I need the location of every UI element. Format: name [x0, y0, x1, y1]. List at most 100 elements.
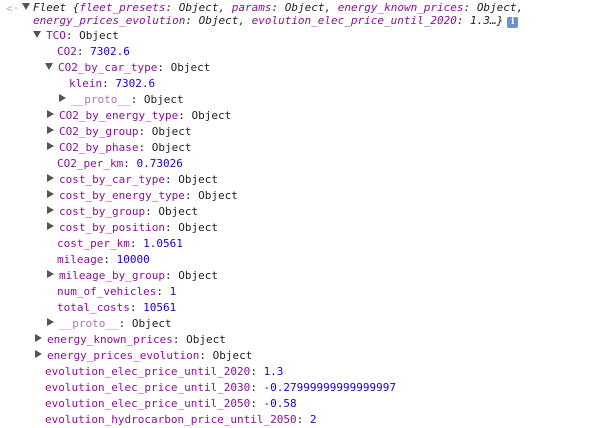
property-value: Object	[151, 141, 192, 154]
preview-key-evolution-elec-price-until-2020: evolution_elec_price_until_2020	[251, 13, 457, 27]
expand-triangle-right-icon[interactable]	[59, 94, 66, 102]
result-arrow-icon: <·	[6, 2, 20, 15]
expand-triangle-right-icon[interactable]	[47, 190, 54, 198]
property-key: evolution_hydrocarbon_price_until_2050	[45, 413, 297, 426]
property-key: num_of_vehicles	[57, 285, 157, 298]
expand-triangle-right-icon[interactable]	[35, 350, 42, 358]
tree-row-co2-by-group[interactable]: CO2_by_group: Object	[46, 124, 191, 140]
property-value: Object	[186, 333, 226, 346]
expand-triangle-down-icon[interactable]	[22, 3, 30, 10]
property-value: 10000	[116, 253, 150, 266]
property-value: -0.58	[263, 397, 297, 410]
tree-row-cost-by-group[interactable]: cost_by_group: Object	[46, 204, 198, 220]
property-key: CO2_by_energy_type	[59, 109, 179, 122]
property-key: klein	[69, 77, 103, 90]
tree-row-evolution-elec-price-until-2050: evolution_elec_price_until_2050: -0.58	[45, 397, 297, 410]
property-key: TCO	[46, 29, 66, 42]
tree-row-cost-per-km: cost_per_km: 1.0561	[57, 237, 183, 250]
property-value: Object	[158, 205, 199, 218]
expand-triangle-right-icon[interactable]	[35, 334, 42, 342]
expand-triangle-right-icon[interactable]	[47, 110, 54, 118]
property-key: cost_by_position	[59, 221, 165, 234]
tree-row-energy-prices-evolution[interactable]: energy_prices_evolution: Object	[34, 348, 252, 364]
expand-triangle-right-icon[interactable]	[47, 222, 54, 230]
preview-key-energy-known-prices: energy_known_prices	[337, 1, 464, 14]
property-key: energy_known_prices	[47, 333, 173, 346]
tree-row-evolution-elec-price-until-2030: evolution_elec_price_until_2030: -0.2799…	[45, 381, 397, 394]
property-value: Object	[151, 125, 192, 138]
property-key: cost_by_energy_type	[59, 189, 185, 202]
tree-row-klein: klein: 7302.6	[69, 77, 156, 90]
property-value: Object	[198, 189, 238, 202]
devtools-console: <· Fleet {fleet_presets: Object, params:…	[0, 0, 604, 428]
preview-value-params: Object	[284, 1, 325, 14]
property-value: Object	[170, 61, 211, 74]
property-key: CO2_per_km	[57, 157, 124, 170]
tree-row-co2-by-car-type[interactable]: CO2_by_car_type: Object	[45, 60, 210, 76]
property-value: Object	[191, 109, 232, 122]
tree-row-mileage: mileage: 10000	[57, 253, 150, 266]
preview-key-energy-prices-evolution: energy_prices_evolution	[33, 13, 186, 27]
property-value: Object	[79, 29, 119, 42]
expand-triangle-right-icon[interactable]	[47, 142, 54, 150]
tree-row-total-costs: total_costs: 10561	[57, 301, 177, 314]
tree-row-co2-by-energy-type[interactable]: CO2_by_energy_type: Object	[46, 108, 231, 124]
tree-row-tco[interactable]: TCO: Object	[33, 28, 119, 44]
expand-triangle-down-icon[interactable]	[33, 31, 41, 38]
tree-row-energy-known-prices[interactable]: energy_known_prices: Object	[34, 332, 226, 348]
property-value: 10561	[143, 301, 177, 314]
property-key: cost_by_group	[59, 205, 146, 218]
expand-triangle-right-icon[interactable]	[47, 270, 54, 278]
property-value: 0.73026	[136, 157, 183, 170]
property-key: mileage	[57, 253, 104, 266]
tree-row-proto-nested[interactable]: __proto__: Object	[58, 92, 184, 108]
property-key: cost_by_car_type	[59, 173, 165, 186]
preview-value-energy-prices-evolution: Object	[198, 13, 239, 27]
property-value: 1	[169, 285, 177, 298]
tree-row-cost-by-position[interactable]: cost_by_position: Object	[46, 220, 218, 236]
root-object-summary[interactable]: Fleet {fleet_presets: Object, params: Ob…	[33, 1, 573, 28]
tree-row-co2-per-km: CO2_per_km: 0.73026	[57, 157, 183, 170]
property-value: 1.0561	[143, 237, 183, 250]
property-value: Object	[178, 269, 218, 282]
preview-value-fleet-presets: Object	[178, 1, 219, 14]
tree-row-co2-by-phase[interactable]: CO2_by_phase: Object	[46, 140, 191, 156]
tree-row-co2: CO2: 7302.6	[57, 45, 130, 58]
property-key: CO2	[57, 45, 77, 58]
property-key: CO2_by_phase	[59, 141, 139, 154]
property-value: Object	[131, 317, 172, 330]
property-key: evolution_elec_price_until_2020	[45, 365, 251, 378]
property-value: 1.3	[263, 365, 284, 378]
property-value: Object	[178, 221, 218, 234]
tree-row-proto-tco[interactable]: __proto__: Object	[46, 316, 172, 332]
preview-key-fleet-presets: fleet_presets	[79, 1, 166, 14]
property-key: mileage_by_group	[59, 269, 165, 282]
tree-row-cost-by-car-type[interactable]: cost_by_car_type: Object	[46, 172, 218, 188]
property-value: 2	[309, 413, 317, 426]
property-value: 7302.6	[90, 45, 130, 58]
expand-triangle-right-icon[interactable]	[47, 174, 54, 182]
property-key: evolution_elec_price_until_2050	[45, 397, 251, 410]
expand-triangle-down-icon[interactable]	[45, 63, 53, 70]
property-key: __proto__	[71, 93, 131, 106]
info-icon[interactable]: i	[507, 16, 519, 28]
expand-triangle-right-icon[interactable]	[47, 318, 54, 326]
property-value: Object	[212, 349, 253, 362]
property-key: __proto__	[59, 317, 119, 330]
preview-value-energy-known-prices: Object	[476, 1, 517, 14]
property-key: energy_prices_evolution	[47, 349, 200, 362]
property-value: -0.27999999999999997	[263, 381, 397, 394]
preview-value-evolution-elec-price-until-2020: 1.3	[470, 13, 491, 27]
property-value: Object	[178, 173, 218, 186]
root-class-name: Fleet	[33, 1, 67, 14]
expand-triangle-right-icon[interactable]	[47, 126, 54, 134]
property-key: total_costs	[57, 301, 130, 314]
expand-triangle-right-icon[interactable]	[47, 206, 54, 214]
preview-key-params: params	[231, 1, 272, 14]
tree-row-cost-by-energy-type[interactable]: cost_by_energy_type: Object	[46, 188, 238, 204]
property-key: CO2_by_car_type	[58, 61, 158, 74]
property-key: cost_per_km	[57, 237, 130, 250]
tree-row-mileage-by-group[interactable]: mileage_by_group: Object	[46, 268, 218, 284]
tree-row-evolution-elec-price-until-2020: evolution_elec_price_until_2020: 1.3	[45, 365, 284, 378]
preview-close-brace: …}	[490, 13, 504, 27]
